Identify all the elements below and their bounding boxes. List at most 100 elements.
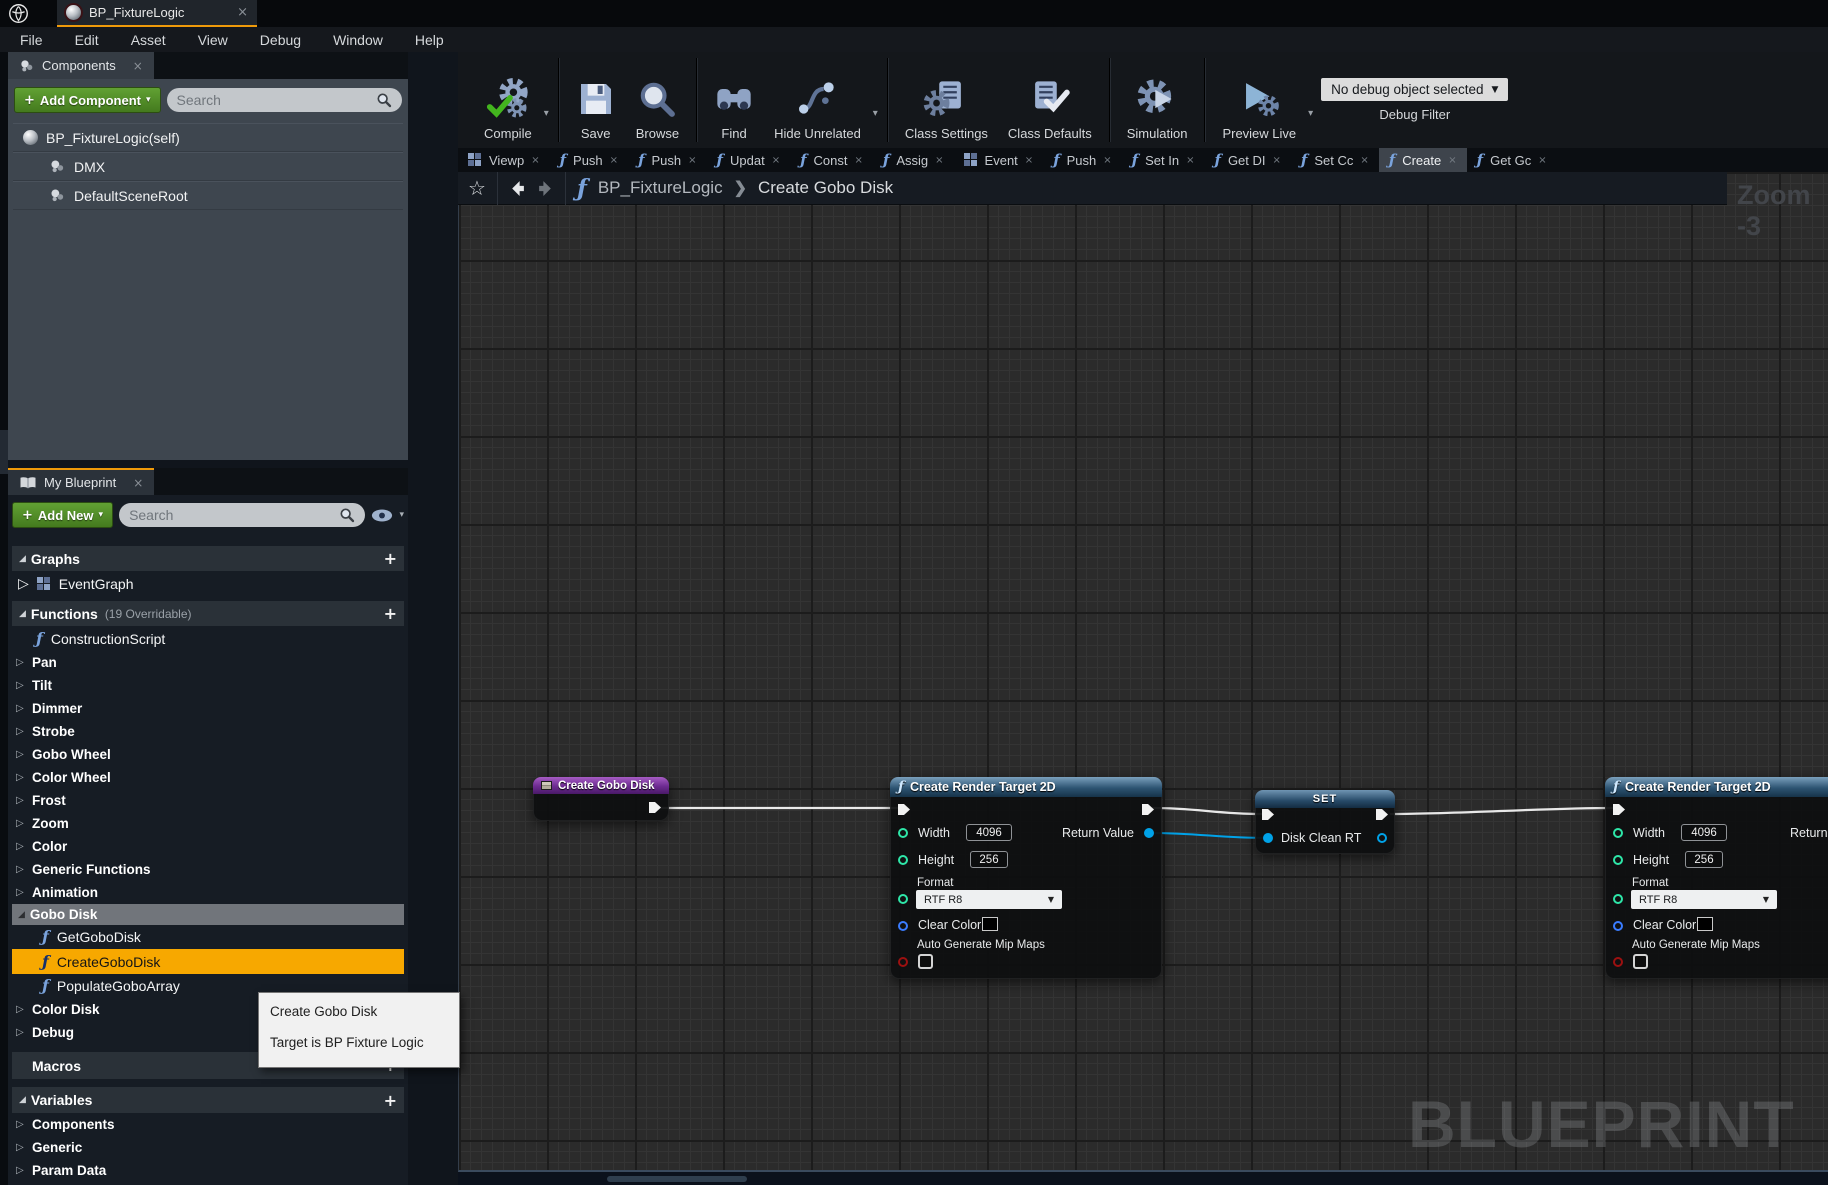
category-frost[interactable]: ▷Frost <box>12 789 404 812</box>
graph-tab[interactable]: ƒ Set In× <box>1122 148 1205 172</box>
node-set-disk-clean-rt[interactable]: SET Disk Clean RT <box>1255 790 1395 854</box>
menu-edit[interactable]: Edit <box>59 27 115 52</box>
close-icon[interactable]: × <box>935 155 943 166</box>
collapsed-arrow-icon[interactable]: ▷ <box>16 1142 25 1153</box>
collapsed-arrow-icon[interactable]: ▷ <box>16 1004 25 1015</box>
back-arrow-icon[interactable] <box>509 180 526 197</box>
class-defaults-button[interactable]: Class Defaults <box>998 52 1102 148</box>
auto-generate-mip-maps-pin[interactable] <box>1613 957 1623 967</box>
close-icon[interactable]: × <box>531 155 539 166</box>
node-header[interactable]: ƒ Create Render Target 2D <box>890 777 1162 797</box>
collapsed-arrow-icon[interactable]: ▷ <box>16 703 25 714</box>
row-eventgraph[interactable]: ▷ EventGraph <box>12 571 404 597</box>
category-param-data[interactable]: ▷Param Data <box>12 1159 404 1182</box>
component-row-dmx[interactable]: DMX <box>13 152 403 181</box>
node-header[interactable]: SET <box>1255 790 1395 808</box>
height-input[interactable]: 256 <box>970 851 1008 868</box>
return-value-pin[interactable] <box>1144 828 1154 838</box>
width-input[interactable]: 4096 <box>1681 824 1727 841</box>
close-icon[interactable]: × <box>1025 155 1033 166</box>
debug-object-dropdown[interactable]: No debug object selected ▼ <box>1321 78 1508 101</box>
collapsed-arrow-icon[interactable]: ▷ <box>16 726 25 737</box>
menu-debug[interactable]: Debug <box>244 27 317 52</box>
graph-tab[interactable]: ƒ Get Gc× <box>1467 148 1557 172</box>
clear-color-pin[interactable] <box>1613 921 1623 931</box>
height-input[interactable]: 256 <box>1685 851 1723 868</box>
width-pin[interactable] <box>898 828 908 838</box>
close-icon[interactable]: × <box>610 155 618 166</box>
collapsed-arrow-icon[interactable]: ▷ <box>16 657 25 668</box>
my-blueprint-search-input[interactable] <box>129 507 339 523</box>
close-icon[interactable]: × <box>237 5 248 20</box>
collapsed-arrow-icon[interactable]: ▷ <box>16 772 25 783</box>
close-icon[interactable]: × <box>1360 155 1368 166</box>
components-search-input[interactable] <box>177 92 376 108</box>
save-button[interactable]: Save <box>566 52 626 148</box>
collapsed-arrow-icon[interactable]: ▷ <box>16 749 25 760</box>
exec-out-pin[interactable] <box>648 801 662 814</box>
format-pin[interactable] <box>1613 894 1623 904</box>
category-generic[interactable]: ▷Generic <box>12 1136 404 1159</box>
node-create-render-target-2d[interactable]: ƒ Create Render Target 2D Width 4096 Ret… <box>1605 777 1828 979</box>
preview-live-options-dropdown[interactable]: ▾ <box>1308 108 1313 119</box>
close-icon[interactable]: × <box>1186 155 1194 166</box>
clear-color-swatch[interactable] <box>1697 917 1713 931</box>
width-input[interactable]: 4096 <box>966 824 1012 841</box>
close-icon[interactable]: × <box>1103 155 1111 166</box>
collapsed-arrow-icon[interactable]: ▷ <box>16 1165 25 1176</box>
forward-arrow-icon[interactable] <box>537 180 554 197</box>
find-button[interactable]: Find <box>704 52 764 148</box>
format-dropdown[interactable]: RTF R8 ▼ <box>1631 890 1777 909</box>
category-tilt[interactable]: ▷Tilt <box>12 674 404 697</box>
collapsed-arrow-icon[interactable]: ▷ <box>16 864 25 875</box>
format-dropdown[interactable]: RTF R8 ▼ <box>916 890 1062 909</box>
node-header[interactable]: ƒ Create Render Target 2D <box>1605 777 1828 797</box>
class-settings-button[interactable]: Class Settings <box>895 52 998 148</box>
graph-tab-create-active[interactable]: ƒ Create× <box>1379 148 1467 172</box>
category-color-wheel[interactable]: ▷Color Wheel <box>12 766 404 789</box>
variable-in-pin[interactable] <box>1263 833 1273 843</box>
close-icon[interactable]: × <box>1538 155 1546 166</box>
category-color[interactable]: ▷Color <box>12 835 404 858</box>
add-function-button[interactable]: + <box>384 604 397 623</box>
add-graph-button[interactable]: + <box>384 549 397 568</box>
browse-button[interactable]: Browse <box>626 52 689 148</box>
row-getgobodisk[interactable]: ƒ GetGoboDisk <box>12 925 404 949</box>
mip-maps-checkbox[interactable] <box>1633 954 1648 969</box>
add-new-button[interactable]: + Add New ▾ <box>12 502 113 528</box>
exec-in-pin[interactable] <box>897 803 911 816</box>
height-pin[interactable] <box>1613 855 1623 865</box>
category-strobe[interactable]: ▷Strobe <box>12 720 404 743</box>
menu-file[interactable]: File <box>4 27 59 52</box>
format-pin[interactable] <box>898 894 908 904</box>
close-icon[interactable]: × <box>855 155 863 166</box>
graph-tab[interactable]: ƒ Set Cc× <box>1291 148 1379 172</box>
exec-in-pin[interactable] <box>1261 808 1275 821</box>
breadcrumb-current[interactable]: Create Gobo Disk <box>758 178 893 198</box>
row-constructionscript[interactable]: ƒ ConstructionScript <box>12 626 404 651</box>
row-creategobodisk-selected[interactable]: ƒ CreateGoboDisk <box>12 949 404 974</box>
collapsed-arrow-icon[interactable]: ▷ <box>16 841 25 852</box>
clear-color-pin[interactable] <box>898 921 908 931</box>
variable-out-pin[interactable] <box>1377 833 1387 843</box>
asset-tab[interactable]: BP_FixtureLogic × <box>57 0 257 27</box>
hide-unrelated-button[interactable]: Hide Unrelated <box>764 52 871 148</box>
height-pin[interactable] <box>898 855 908 865</box>
menu-window[interactable]: Window <box>317 27 399 52</box>
category-gobo-disk-expanded[interactable]: ◢ Gobo Disk <box>12 904 404 925</box>
menu-asset[interactable]: Asset <box>115 27 182 52</box>
tab-my-blueprint[interactable]: My Blueprint × <box>8 468 154 495</box>
rail-drag-handle[interactable] <box>0 430 8 474</box>
collapsed-arrow-icon[interactable]: ▷ <box>16 1119 25 1130</box>
width-pin[interactable] <box>1613 828 1623 838</box>
graph-tab[interactable]: ƒ Push× <box>1043 148 1121 172</box>
visibility-eye-icon[interactable] <box>371 509 393 522</box>
close-icon[interactable]: × <box>133 59 143 73</box>
category-dimmer[interactable]: ▷Dimmer <box>12 697 404 720</box>
category-gobo-wheel[interactable]: ▷Gobo Wheel <box>12 743 404 766</box>
add-component-button[interactable]: + Add Component ▾ <box>14 87 161 113</box>
node-create-gobo-disk[interactable]: Create Gobo Disk <box>533 777 669 821</box>
graph-canvas[interactable] <box>458 172 1828 1172</box>
collapsed-arrow-icon[interactable]: ▷ <box>16 1027 25 1038</box>
category-components[interactable]: ▷Components <box>12 1113 404 1136</box>
